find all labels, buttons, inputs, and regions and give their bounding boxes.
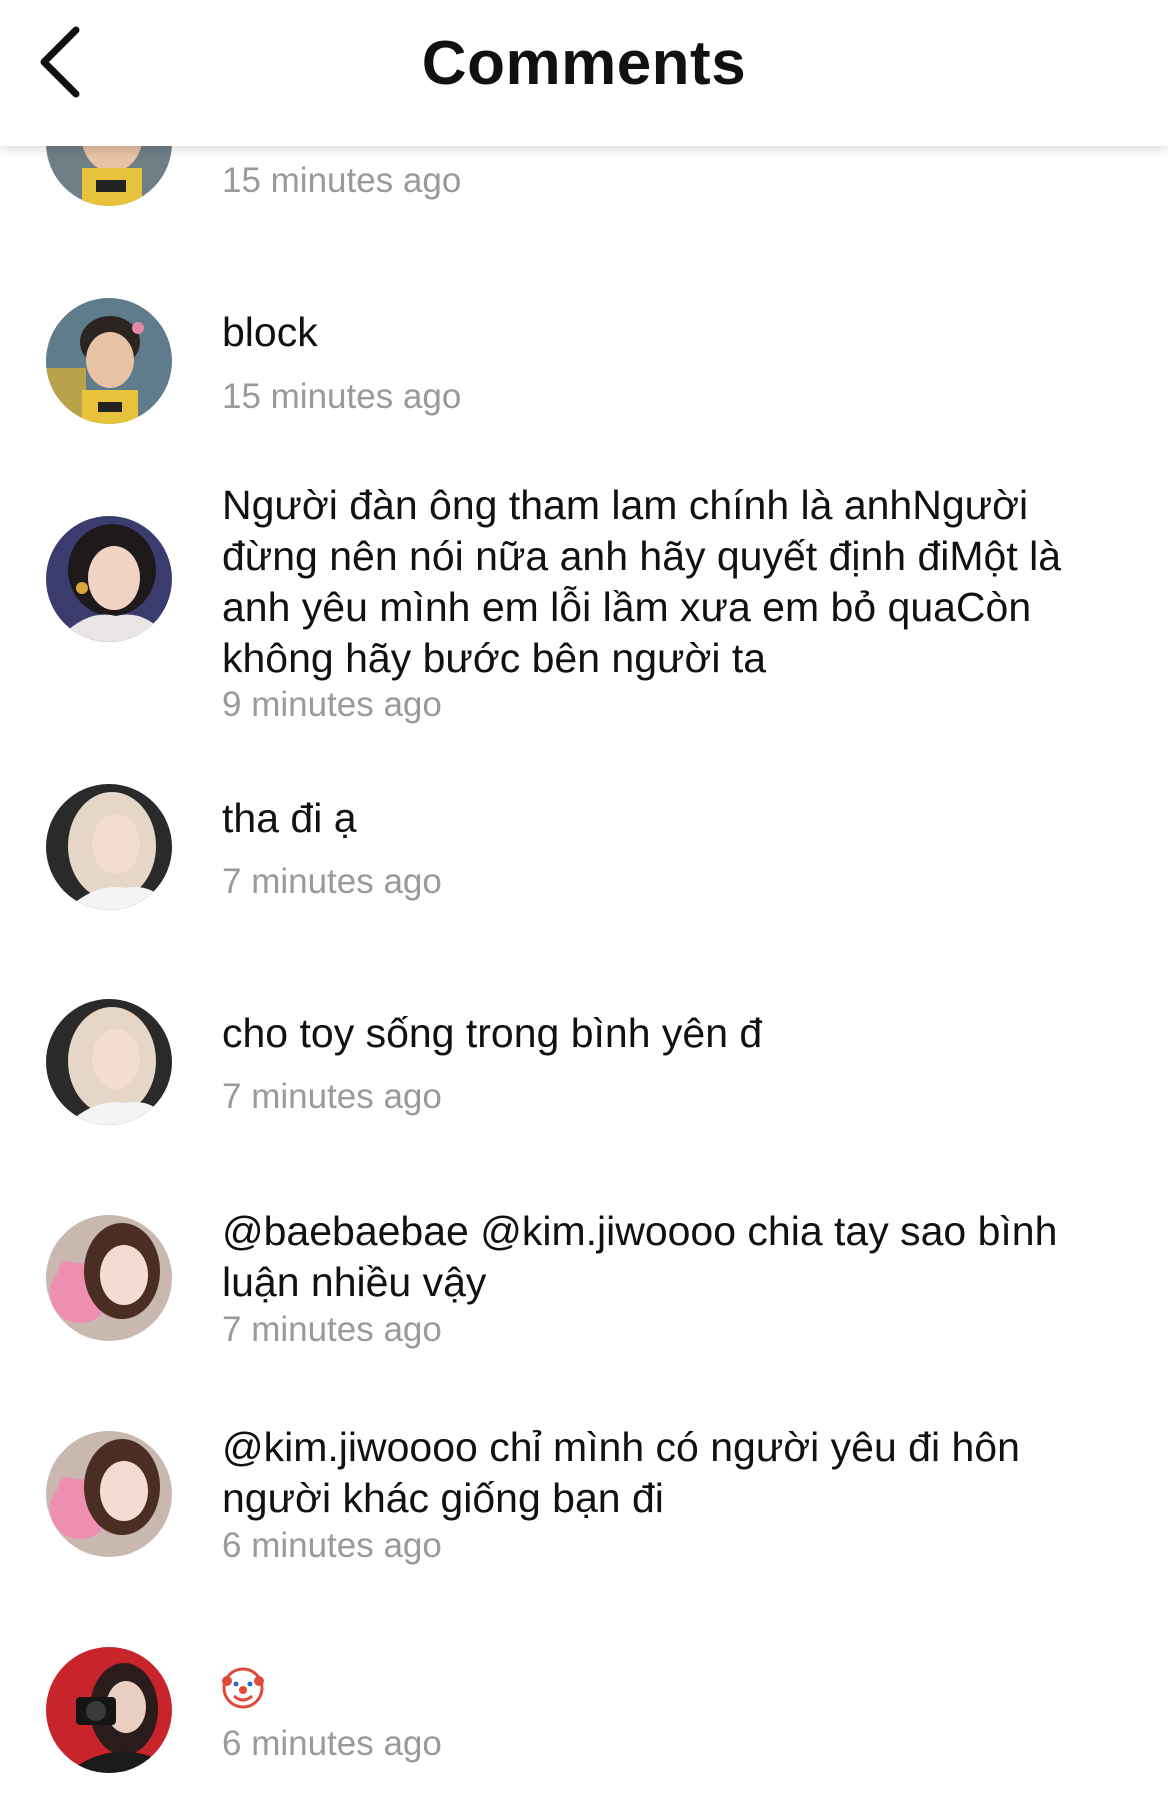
comment-text: block [222, 309, 318, 355]
user-avatar[interactable] [46, 784, 172, 910]
user-avatar[interactable] [46, 298, 172, 424]
user-avatar[interactable] [46, 1215, 172, 1341]
comment-list[interactable]: 15 minutes ago block 15 minutes ago Ngườ… [0, 0, 1168, 1798]
app-header: Comments [0, 0, 1168, 146]
comment-text: cho toy sống trong bình yên đ [222, 1010, 763, 1056]
comment-timestamp: 9 minutes ago [222, 685, 442, 724]
user-avatar[interactable] [46, 999, 172, 1125]
comment-timestamp: 7 minutes ago [222, 862, 442, 901]
user-avatar[interactable] [46, 1431, 172, 1557]
user-avatar[interactable] [46, 516, 172, 642]
comment-text: Người đàn ông tham lam chính là anhNgười… [222, 482, 1062, 681]
comment-text: @baebaebae @kim.jiwoooo chia tay sao bìn… [222, 1208, 1058, 1305]
comment-timestamp: 7 minutes ago [222, 1077, 442, 1116]
comment-timestamp: 6 minutes ago [222, 1724, 442, 1763]
page-title: Comments [421, 29, 747, 98]
clown-face-icon [222, 1667, 264, 1709]
comment-text: @kim.jiwoooo chỉ mình có người yêu đi hô… [222, 1424, 1020, 1521]
user-avatar[interactable] [46, 1647, 172, 1773]
comment-timestamp: 7 minutes ago [222, 1310, 442, 1349]
comment-timestamp: 6 minutes ago [222, 1526, 442, 1565]
comment-timestamp: 15 minutes ago [222, 377, 462, 416]
comment-text: tha đi ạ [222, 795, 357, 841]
comment-timestamp: 15 minutes ago [222, 161, 462, 200]
